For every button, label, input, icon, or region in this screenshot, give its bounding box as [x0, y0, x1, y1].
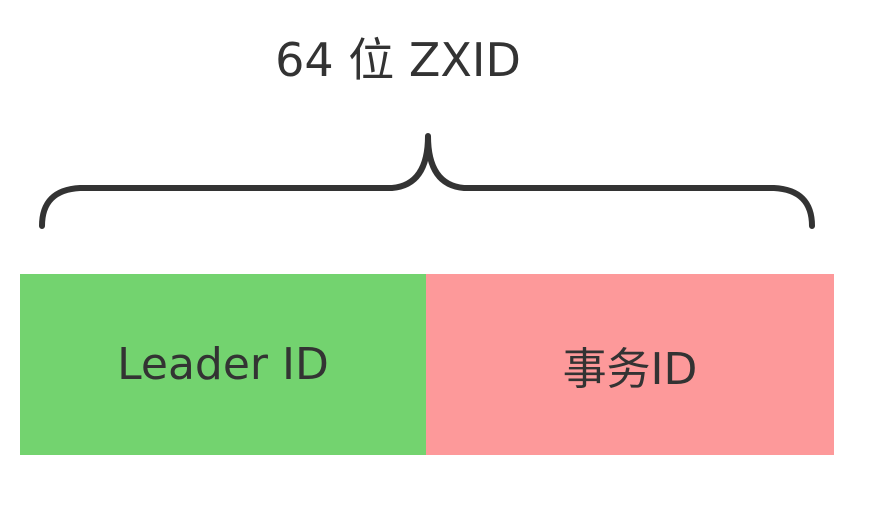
brace-path — [39, 133, 815, 229]
transaction-id-segment: 事务ID — [426, 274, 834, 455]
leader-id-segment: Leader ID — [20, 274, 426, 455]
zxid-bar: Leader ID 事务ID — [20, 274, 834, 455]
